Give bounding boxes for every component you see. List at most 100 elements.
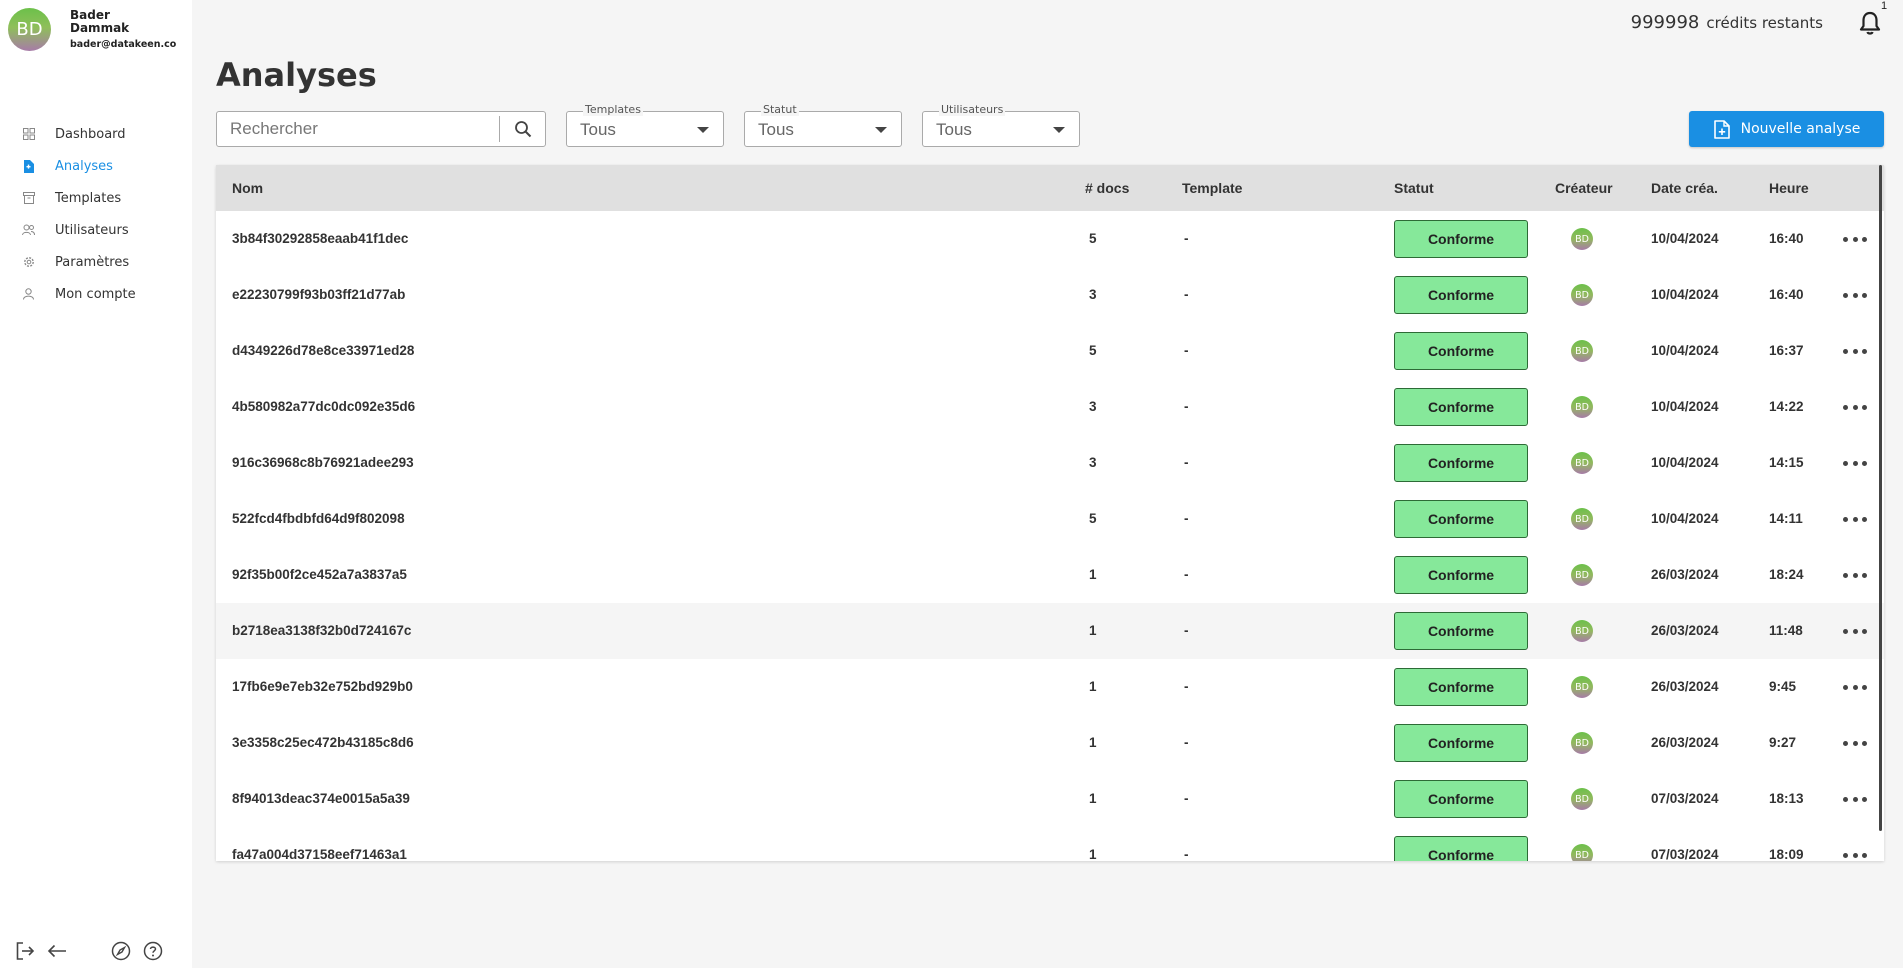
person-icon — [22, 288, 35, 301]
table-row[interactable]: fa47a004d37158eef71463a1 1 - Conforme BD 07/0… — [216, 827, 1884, 861]
col-createur[interactable]: Créateur — [1555, 165, 1613, 211]
more-options-icon[interactable] — [1843, 511, 1867, 527]
more-options-icon[interactable] — [1843, 847, 1867, 861]
table-row[interactable]: 522fcd4fbdbfd64d9f802098 5 - Conforme BD 10/0… — [216, 491, 1884, 547]
table-scrollbar[interactable] — [1879, 165, 1882, 831]
sidebar-item-templates[interactable]: Templates — [0, 182, 192, 214]
help-icon[interactable] — [142, 940, 164, 962]
status-badge[interactable]: Conforme — [1394, 276, 1528, 314]
logout-icon[interactable] — [14, 940, 36, 962]
table-row[interactable]: 916c36968c8b76921adee293 3 - Conforme BD 10/0… — [216, 435, 1884, 491]
gear-icon — [22, 256, 35, 269]
sidebar-item-label: Dashboard — [55, 126, 126, 142]
col-heure[interactable]: Heure — [1769, 165, 1809, 211]
col-statut[interactable]: Statut — [1394, 165, 1434, 211]
user-email: bader@datakeen.co — [70, 39, 177, 50]
sidebar-item-mon-compte[interactable]: Mon compte — [0, 278, 192, 310]
template-value: - — [1184, 343, 1189, 358]
page-title: Analyses — [216, 56, 377, 94]
template-value: - — [1184, 399, 1189, 414]
analysis-name[interactable]: b2718ea3138f32b0d724167c — [232, 603, 411, 659]
utilisateurs-filter-label: Utilisateurs — [939, 103, 1006, 116]
template-value: - — [1184, 567, 1189, 582]
status-badge[interactable]: Conforme — [1394, 444, 1528, 482]
avatar[interactable]: BD — [8, 8, 51, 51]
creation-time: 18:13 — [1769, 791, 1804, 806]
analysis-name[interactable]: 4b580982a77dc0dc092e35d6 — [232, 379, 415, 435]
archive-icon — [22, 192, 35, 205]
status-badge[interactable]: Conforme — [1394, 220, 1528, 258]
analysis-name[interactable]: 3e3358c25ec472b43185c8d6 — [232, 715, 414, 771]
status-badge[interactable]: Conforme — [1394, 836, 1528, 861]
col-date[interactable]: Date créa. — [1651, 165, 1718, 211]
analysis-name[interactable]: 8f94013deac374e0015a5a39 — [232, 771, 410, 827]
col-docs[interactable]: # docs — [1085, 165, 1129, 211]
more-options-icon[interactable] — [1843, 623, 1867, 639]
more-options-icon[interactable] — [1843, 791, 1867, 807]
more-options-icon[interactable] — [1843, 679, 1867, 695]
more-options-icon[interactable] — [1843, 343, 1867, 359]
avatar: BD — [1571, 228, 1593, 250]
docs-count: 1 — [1089, 847, 1097, 861]
col-nom[interactable]: Nom — [232, 165, 263, 211]
more-options-icon[interactable] — [1843, 287, 1867, 303]
analysis-name[interactable]: 92f35b00f2ce452a7a3837a5 — [232, 547, 407, 603]
analyses-table: Nom # docs Template Statut Créateur Date… — [216, 165, 1884, 861]
analysis-name[interactable]: e22230799f93b03ff21d77ab — [232, 267, 405, 323]
analysis-name[interactable]: 17fb6e9e7eb32e752bd929b0 — [232, 659, 413, 715]
table-row[interactable]: 4b580982a77dc0dc092e35d6 3 - Conforme BD 10/0… — [216, 379, 1884, 435]
creation-date: 26/03/2024 — [1651, 567, 1719, 582]
utilisateurs-filter[interactable]: Utilisateurs Tous — [922, 104, 1080, 147]
sidebar-item-dashboard[interactable]: Dashboard — [0, 118, 192, 150]
more-options-icon[interactable] — [1843, 567, 1867, 583]
new-analysis-button[interactable]: Nouvelle analyse — [1689, 111, 1884, 147]
status-badge[interactable]: Conforme — [1394, 724, 1528, 762]
template-value: - — [1184, 455, 1189, 470]
more-options-icon[interactable] — [1843, 455, 1867, 471]
user-profile[interactable]: BD Bader Dammak bader@datakeen.co — [8, 8, 176, 51]
table-row[interactable]: 17fb6e9e7eb32e752bd929b0 1 - Conforme BD 26/0… — [216, 659, 1884, 715]
sidebar-nav: Dashboard Analyses Templates Utilisateur… — [0, 118, 192, 310]
avatar: BD — [1571, 396, 1593, 418]
docs-count: 3 — [1089, 399, 1097, 414]
sidebar-item-analyses[interactable]: Analyses — [0, 150, 192, 182]
back-arrow-icon[interactable] — [46, 940, 68, 962]
creation-date: 10/04/2024 — [1651, 343, 1719, 358]
analysis-name[interactable]: fa47a004d37158eef71463a1 — [232, 827, 407, 861]
compass-icon[interactable] — [110, 940, 132, 962]
statut-filter[interactable]: Statut Tous — [744, 104, 902, 147]
table-row[interactable]: 92f35b00f2ce452a7a3837a5 1 - Conforme BD 26/0… — [216, 547, 1884, 603]
table-row[interactable]: e22230799f93b03ff21d77ab 3 - Conforme BD 10/0… — [216, 267, 1884, 323]
status-badge[interactable]: Conforme — [1394, 500, 1528, 538]
more-options-icon[interactable] — [1843, 231, 1867, 247]
docs-count: 5 — [1089, 343, 1097, 358]
status-badge[interactable]: Conforme — [1394, 668, 1528, 706]
analysis-name[interactable]: 3b84f30292858eaab41f1dec — [232, 211, 408, 267]
table-row[interactable]: 3b84f30292858eaab41f1dec 5 - Conforme BD 10/0… — [216, 211, 1884, 267]
bell-icon[interactable] — [1858, 10, 1882, 36]
creation-date: 07/03/2024 — [1651, 791, 1719, 806]
col-template[interactable]: Template — [1182, 165, 1242, 211]
analysis-name[interactable]: d4349226d78e8ce33971ed28 — [232, 323, 414, 379]
more-options-icon[interactable] — [1843, 399, 1867, 415]
status-badge[interactable]: Conforme — [1394, 388, 1528, 426]
sidebar-item-utilisateurs[interactable]: Utilisateurs — [0, 214, 192, 246]
templates-filter[interactable]: Templates Tous — [566, 104, 724, 147]
status-badge[interactable]: Conforme — [1394, 612, 1528, 650]
table-row[interactable]: 3e3358c25ec472b43185c8d6 1 - Conforme BD 26/0… — [216, 715, 1884, 771]
search-icon[interactable] — [509, 116, 537, 142]
table-row[interactable]: b2718ea3138f32b0d724167c 1 - Conforme BD 26/0… — [216, 603, 1884, 659]
more-options-icon[interactable] — [1843, 735, 1867, 751]
analysis-name[interactable]: 916c36968c8b76921adee293 — [232, 435, 414, 491]
table-row[interactable]: d4349226d78e8ce33971ed28 5 - Conforme BD 10/0… — [216, 323, 1884, 379]
table-row[interactable]: 8f94013deac374e0015a5a39 1 - Conforme BD 07/0… — [216, 771, 1884, 827]
sidebar-item-parametres[interactable]: Paramètres — [0, 246, 192, 278]
status-badge[interactable]: Conforme — [1394, 332, 1528, 370]
status-badge[interactable]: Conforme — [1394, 780, 1528, 818]
template-value: - — [1184, 623, 1189, 638]
user-name: Bader Dammak — [70, 8, 130, 35]
analysis-name[interactable]: 522fcd4fbdbfd64d9f802098 — [232, 491, 405, 547]
status-badge[interactable]: Conforme — [1394, 556, 1528, 594]
creation-time: 16:40 — [1769, 231, 1804, 246]
search-input[interactable] — [217, 112, 499, 146]
